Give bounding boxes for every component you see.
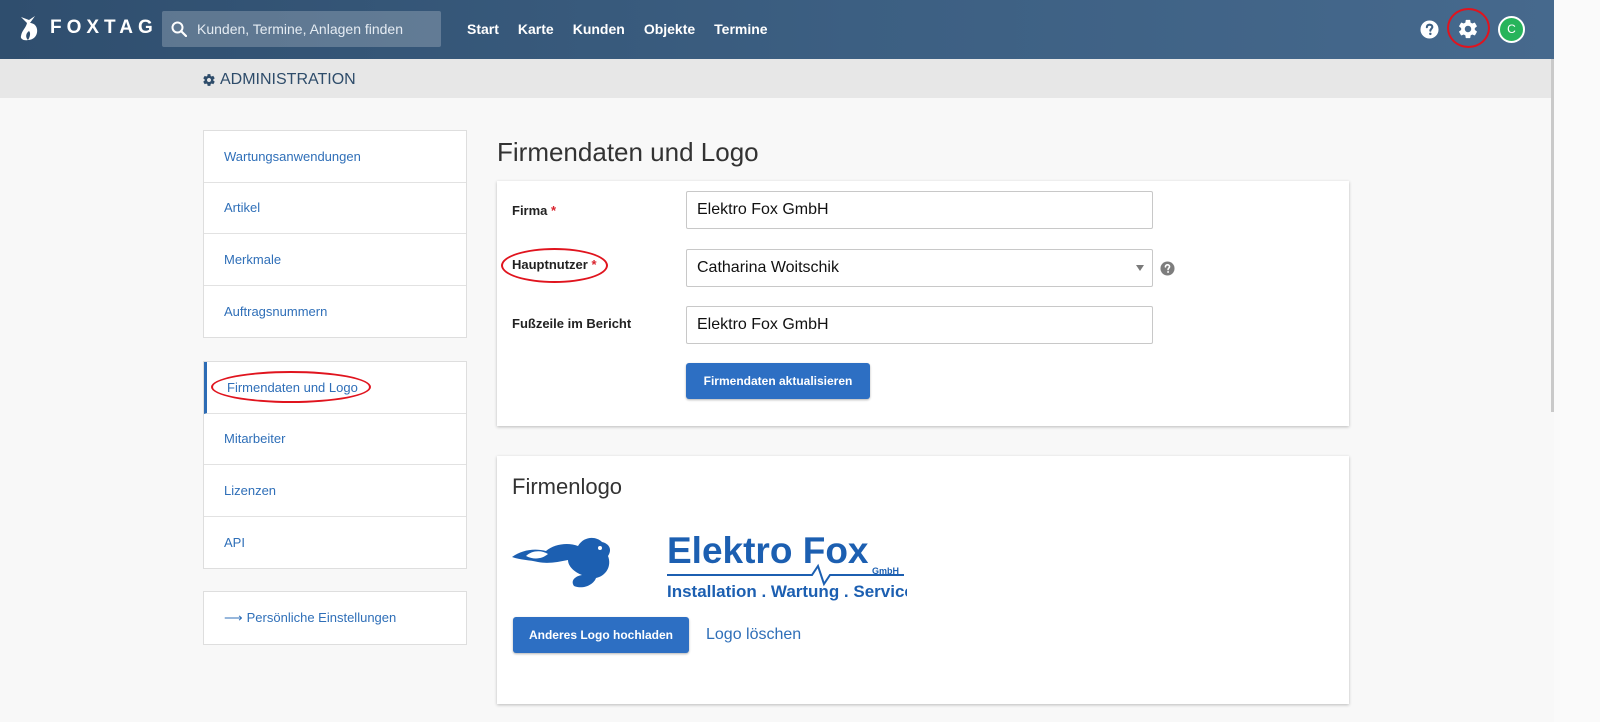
- nav-karte[interactable]: Karte: [518, 21, 554, 37]
- required-mark: *: [551, 203, 557, 218]
- menu-highlight-circle: [211, 371, 371, 403]
- upload-logo-button[interactable]: Anderes Logo hochladen: [513, 617, 689, 653]
- page-title: Firmendaten und Logo: [497, 137, 759, 167]
- top-navigation-bar: FOXTAG Start Karte Kunden Objekte Termin…: [0, 0, 1554, 59]
- menu-item-persoenliche-einstellungen[interactable]: ⟶ Persönliche Einstellungen: [204, 592, 466, 644]
- nav-objekte[interactable]: Objekte: [644, 21, 695, 37]
- nav-termine[interactable]: Termine: [714, 21, 767, 37]
- menu-item-lizenzen[interactable]: Lizenzen: [204, 465, 466, 517]
- company-data-form: Firma * Elektro Fox GmbH Hauptnutzer * C…: [497, 181, 1349, 426]
- hauptnutzer-highlight-circle: [501, 248, 608, 283]
- arrow-right-icon: ⟶: [224, 609, 243, 625]
- company-logo-image: Elektro Fox GmbH Installation . Wartung …: [512, 530, 907, 601]
- fox-logo-icon: [20, 16, 38, 41]
- settings-highlight-circle: [1447, 8, 1490, 48]
- scrollbar-track: [1554, 0, 1600, 722]
- update-company-data-button[interactable]: Firmendaten aktualisieren: [686, 363, 870, 399]
- brand-name: FOXTAG: [50, 17, 158, 38]
- main-nav: Start Karte Kunden Objekte Termine: [467, 21, 768, 37]
- section-title-text: ADMINISTRATION: [220, 71, 356, 88]
- firma-label-text: Firma: [512, 203, 548, 218]
- logo-text-main: Elektro Fox: [667, 530, 869, 571]
- menu-item-artikel[interactable]: Artikel: [204, 183, 466, 234]
- hauptnutzer-select[interactable]: Catharina Woitschik: [686, 249, 1153, 287]
- nav-kunden[interactable]: Kunden: [573, 21, 625, 37]
- section-title: ADMINISTRATION: [202, 71, 356, 89]
- global-search[interactable]: [162, 11, 441, 47]
- gear-icon: [203, 74, 215, 86]
- delete-logo-link[interactable]: Logo löschen: [706, 626, 801, 644]
- company-logo-card: Firmenlogo Elektro Fox GmbH Installation…: [497, 456, 1349, 704]
- app-logo[interactable]: FOXTAG: [18, 14, 158, 42]
- hauptnutzer-selected-value: Catharina Woitschik: [697, 259, 839, 276]
- search-icon: [171, 21, 187, 37]
- menu-item-mitarbeiter[interactable]: Mitarbeiter: [204, 414, 466, 465]
- fusszeile-label: Fußzeile im Bericht: [512, 316, 632, 331]
- menu-item-merkmale[interactable]: Merkmale: [204, 234, 466, 286]
- search-input[interactable]: [197, 21, 437, 37]
- logo-card-title: Firmenlogo: [512, 474, 623, 499]
- menu-item-label: Persönliche Einstellungen: [246, 610, 397, 626]
- help-icon[interactable]: [1420, 20, 1439, 39]
- nav-start[interactable]: Start: [467, 21, 499, 37]
- logo-tagline: Installation . Wartung . Service: [667, 582, 907, 601]
- question-icon[interactable]: [1160, 261, 1175, 276]
- menu-item-api[interactable]: API: [204, 517, 466, 569]
- logo-text-suffix: GmbH: [872, 566, 899, 576]
- menu-item-auftragsnummern[interactable]: Auftragsnummern: [204, 286, 466, 338]
- menu-item-wartungsanwendungen[interactable]: Wartungsanwendungen: [204, 131, 466, 183]
- page-subheader: ADMINISTRATION: [0, 59, 1554, 98]
- user-avatar[interactable]: C: [1498, 16, 1525, 43]
- fox-mascot-icon: [512, 537, 610, 588]
- chevron-down-icon: [1136, 265, 1144, 271]
- firma-input[interactable]: Elektro Fox GmbH: [686, 191, 1153, 229]
- scrollbar-thumb[interactable]: [1551, 59, 1554, 412]
- firma-label: Firma *: [512, 203, 556, 218]
- fusszeile-input[interactable]: Elektro Fox GmbH: [686, 306, 1153, 344]
- admin-menu-group-1: Wartungsanwendungen Artikel Merkmale Auf…: [203, 130, 467, 338]
- admin-menu-group-3: ⟶ Persönliche Einstellungen: [203, 591, 467, 645]
